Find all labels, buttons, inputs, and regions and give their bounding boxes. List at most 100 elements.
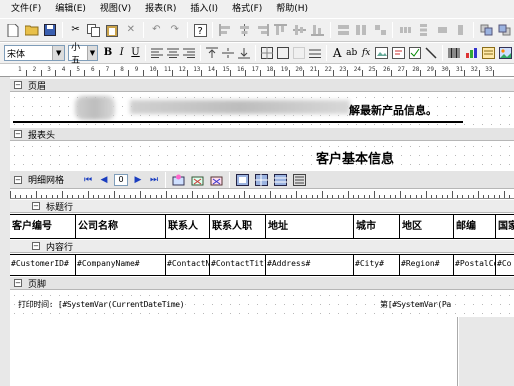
menu-file[interactable]: 文件(F) bbox=[4, 0, 48, 18]
grid-layout-2-icon[interactable] bbox=[254, 172, 269, 187]
copy-icon[interactable] bbox=[87, 23, 101, 38]
text-tool-button[interactable]: A bbox=[332, 46, 342, 61]
field-cell-contact-name[interactable]: #ContactN bbox=[166, 255, 210, 275]
center-horizontal-icon[interactable] bbox=[435, 23, 449, 38]
collapse-icon[interactable]: − bbox=[14, 130, 22, 138]
underline-button[interactable]: U bbox=[131, 46, 141, 61]
collapse-icon[interactable]: − bbox=[32, 202, 40, 210]
paste-icon[interactable] bbox=[105, 23, 119, 38]
first-page-icon[interactable]: ⏮ bbox=[82, 174, 94, 186]
border-none-icon[interactable] bbox=[293, 46, 306, 61]
page-header-text[interactable]: 解最新产品信息。 bbox=[349, 102, 437, 118]
next-page-icon[interactable]: ▶ bbox=[132, 174, 144, 186]
align-bottom-icon[interactable] bbox=[311, 23, 325, 38]
cut-icon[interactable]: ✂ bbox=[68, 23, 82, 38]
help-icon[interactable]: ? bbox=[193, 23, 207, 38]
same-height-icon[interactable] bbox=[354, 23, 368, 38]
align-center-icon[interactable] bbox=[237, 23, 251, 38]
header-cell-company-name[interactable]: 公司名称 bbox=[76, 215, 166, 238]
grid-insert-icon[interactable] bbox=[190, 172, 205, 187]
align-middle-icon[interactable] bbox=[292, 23, 306, 38]
report-header-band[interactable]: − 报表头 bbox=[10, 127, 514, 141]
save-icon[interactable] bbox=[43, 23, 57, 38]
collapse-icon[interactable]: − bbox=[14, 81, 22, 89]
italic-button[interactable]: I bbox=[117, 46, 127, 61]
system-var-icon[interactable] bbox=[392, 46, 406, 61]
page-footer-band[interactable]: − 页脚 bbox=[10, 276, 514, 290]
header-cell-address[interactable]: 地址 bbox=[266, 215, 354, 238]
text-align-right-icon[interactable] bbox=[183, 46, 196, 61]
menu-edit[interactable]: 编辑(E) bbox=[48, 0, 93, 18]
field-cell-address[interactable]: #Address# bbox=[266, 255, 354, 275]
menu-format[interactable]: 格式(F) bbox=[225, 0, 269, 18]
border-all-icon[interactable] bbox=[261, 46, 274, 61]
valign-middle-icon[interactable] bbox=[222, 46, 235, 61]
same-size-icon[interactable] bbox=[373, 23, 387, 38]
formula-tool-button[interactable]: fx bbox=[361, 46, 371, 61]
grid-layout-3-icon[interactable] bbox=[273, 172, 288, 187]
print-time-field[interactable]: 打印时间: [#SystemVar(CurrentDateTime) bbox=[18, 299, 185, 310]
text-align-left-icon[interactable] bbox=[151, 46, 164, 61]
grid-delete-icon[interactable] bbox=[209, 172, 224, 187]
header-cell-postal-code[interactable]: 邮编 bbox=[454, 215, 496, 238]
undo-icon[interactable]: ↶ bbox=[149, 23, 163, 38]
prev-page-icon[interactable]: ◀ bbox=[98, 174, 110, 186]
valign-top-icon[interactable] bbox=[206, 46, 219, 61]
image-tool-icon[interactable] bbox=[375, 46, 389, 61]
grid-property-icon[interactable] bbox=[171, 172, 186, 187]
gallery-tool-icon[interactable] bbox=[499, 46, 513, 61]
horizontal-spacing-icon[interactable] bbox=[398, 23, 412, 38]
new-file-icon[interactable] bbox=[6, 23, 20, 38]
collapse-icon[interactable]: − bbox=[14, 279, 22, 287]
bring-front-icon[interactable] bbox=[479, 23, 493, 38]
textbox-tool-button[interactable]: ab bbox=[346, 46, 357, 61]
last-page-icon[interactable]: ⏭ bbox=[148, 174, 160, 186]
field-cell-country[interactable]: #Co bbox=[496, 255, 514, 275]
send-back-icon[interactable] bbox=[498, 23, 512, 38]
content-row-band[interactable]: − 内容行 bbox=[10, 239, 514, 253]
collapse-icon[interactable]: − bbox=[32, 242, 40, 250]
grid-layout-4-icon[interactable] bbox=[292, 172, 307, 187]
title-row-band[interactable]: − 标题行 bbox=[10, 199, 514, 213]
report-title[interactable]: 客户基本信息 bbox=[316, 148, 394, 167]
chart-tool-icon[interactable] bbox=[465, 46, 478, 61]
header-cell-country[interactable]: 国家 bbox=[496, 215, 514, 238]
menu-view[interactable]: 视图(V) bbox=[93, 0, 138, 18]
open-folder-icon[interactable] bbox=[24, 23, 39, 38]
valign-bottom-icon[interactable] bbox=[238, 46, 251, 61]
grid-layout-1-icon[interactable] bbox=[235, 172, 250, 187]
field-cell-postal-code[interactable]: #PostalCo bbox=[454, 255, 496, 275]
font-size-select[interactable]: 小五 ▼ bbox=[68, 43, 99, 66]
menu-help[interactable]: 帮助(H) bbox=[269, 0, 315, 18]
page-number-input[interactable]: 0 bbox=[114, 173, 129, 186]
collapse-icon[interactable]: − bbox=[14, 175, 22, 184]
same-width-icon[interactable] bbox=[336, 23, 350, 38]
field-cell-region[interactable]: #Region# bbox=[400, 255, 454, 275]
align-right-edge-icon[interactable] bbox=[255, 23, 269, 38]
header-cell-city[interactable]: 城市 bbox=[354, 215, 400, 238]
field-cell-customer-id[interactable]: #CustomerID# bbox=[10, 255, 76, 275]
menu-report[interactable]: 报表(R) bbox=[138, 0, 183, 18]
text-align-center-icon[interactable] bbox=[167, 46, 180, 61]
subreport-tool-icon[interactable] bbox=[482, 46, 496, 61]
bold-button[interactable]: B bbox=[103, 46, 113, 61]
border-outer-icon[interactable] bbox=[277, 46, 290, 61]
center-vertical-icon[interactable] bbox=[454, 23, 468, 38]
redo-icon[interactable]: ↷ bbox=[168, 23, 182, 38]
align-top-icon[interactable] bbox=[274, 23, 288, 38]
page-header-band[interactable]: − 页眉 bbox=[10, 78, 514, 92]
page-number-field[interactable]: 第[#SystemVar(Pa bbox=[380, 299, 451, 310]
header-cell-region[interactable]: 地区 bbox=[400, 215, 454, 238]
header-cell-contact-name[interactable]: 联系人 bbox=[166, 215, 210, 238]
field-cell-company-name[interactable]: #CompanyName# bbox=[76, 255, 166, 275]
header-cell-customer-id[interactable]: 客户编号 bbox=[10, 215, 76, 238]
font-name-select[interactable]: 宋体 ▼ bbox=[4, 45, 66, 61]
delete-icon[interactable]: ✕ bbox=[124, 23, 138, 38]
barcode-tool-icon[interactable] bbox=[448, 46, 461, 61]
header-cell-contact-title[interactable]: 联系人职 bbox=[210, 215, 266, 238]
checkbox-tool-icon[interactable] bbox=[409, 46, 422, 61]
line-style-icon[interactable] bbox=[309, 46, 322, 61]
menu-insert[interactable]: 插入(I) bbox=[183, 0, 225, 18]
align-left-edge-icon[interactable] bbox=[218, 23, 232, 38]
vertical-spacing-icon[interactable] bbox=[417, 23, 431, 38]
